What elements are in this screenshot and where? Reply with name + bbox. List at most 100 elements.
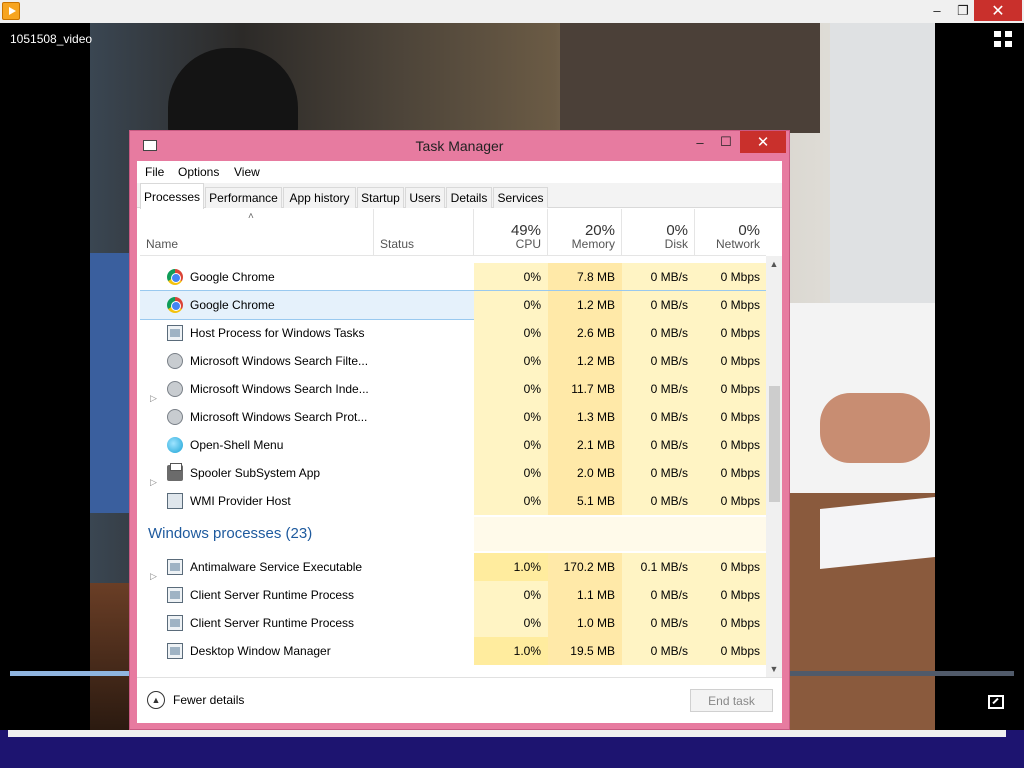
row-disk: 0 MB/s — [622, 403, 695, 431]
menu-view[interactable]: View — [234, 165, 260, 179]
row-name-cell: Google Chrome — [140, 291, 474, 319]
row-name-cell: Microsoft Windows Search Filte... — [140, 347, 474, 375]
table-row[interactable]: Google Chrome 0% 7.8 MB 0 MB/s 0 Mbps — [140, 263, 766, 291]
window-icon — [167, 325, 183, 341]
vertical-scrollbar[interactable]: ▲ ▼ — [766, 256, 782, 677]
scroll-up-icon[interactable]: ▲ — [766, 256, 782, 272]
row-memory: 2.1 MB — [548, 431, 622, 459]
end-task-button[interactable]: End task — [690, 689, 773, 712]
tab-services[interactable]: Services — [493, 187, 548, 208]
row-network: 0 Mbps — [695, 459, 766, 487]
tm-minimize-button[interactable]: – — [686, 131, 714, 153]
row-disk: 0 MB/s — [622, 581, 695, 609]
tab-details[interactable]: Details — [446, 187, 492, 208]
seek-progress — [10, 671, 131, 676]
exit-fullscreen-icon[interactable] — [994, 31, 1014, 49]
row-cpu: 1.0% — [474, 553, 548, 581]
process-rows: Google Chrome 0% 7.8 MB 0 MB/s 0 Mbps Google … — [140, 256, 766, 677]
tab-bar: Processes Performance App history Startu… — [137, 183, 782, 209]
row-memory: 7.8 MB — [548, 263, 622, 291]
column-status[interactable]: Status — [374, 209, 474, 256]
process-name: Google Chrome — [190, 270, 275, 284]
table-row[interactable]: Host Process for Windows Tasks 0% 2.6 MB 0 … — [140, 319, 766, 347]
table-row[interactable]: ▷ Spooler SubSystem App 0% 2.0 MB 0 MB/s 0 Mb… — [140, 459, 766, 487]
row-network: 0 Mbps — [695, 319, 766, 347]
menu-file[interactable]: File — [145, 165, 164, 179]
row-cpu: 0% — [474, 431, 548, 459]
row-disk: 0 MB/s — [622, 609, 695, 637]
window-icon — [167, 559, 183, 575]
row-network: 0 Mbps — [695, 403, 766, 431]
row-cpu: 0% — [474, 403, 548, 431]
tm-close-button[interactable]: ✕ — [740, 131, 786, 153]
player-app-icon — [2, 2, 20, 20]
column-memory[interactable]: 20% Memory — [548, 209, 622, 256]
table-row[interactable]: Desktop Window Manager 1.0% 19.5 MB 0 MB/s 0… — [140, 637, 766, 665]
process-name: Microsoft Windows Search Inde... — [190, 382, 369, 396]
row-cpu: 0% — [474, 581, 548, 609]
row-cpu: 1.0% — [474, 637, 548, 665]
row-name-cell: Microsoft Windows Search Prot... — [140, 403, 474, 431]
chevron-up-icon[interactable]: ▲ — [147, 691, 165, 709]
row-name-cell: ▷ Antimalware Service Executable — [140, 553, 474, 581]
row-network: 0 Mbps — [695, 609, 766, 637]
row-memory: 19.5 MB — [548, 637, 622, 665]
row-network: 0 Mbps — [695, 347, 766, 375]
tm-maximize-button[interactable]: ☐ — [712, 131, 740, 153]
process-name: Spooler SubSystem App — [190, 466, 321, 480]
process-name: Antimalware Service Executable — [190, 560, 363, 574]
row-network: 0 Mbps — [695, 263, 766, 291]
tab-performance[interactable]: Performance — [205, 187, 282, 208]
tab-startup[interactable]: Startup — [357, 187, 404, 208]
tab-app-history[interactable]: App history — [283, 187, 356, 208]
table-row[interactable]: Open-Shell Menu 0% 2.1 MB 0 MB/s 0 Mbps — [140, 431, 766, 459]
column-name[interactable]: ˄ Name — [140, 209, 374, 256]
row-name-cell: Client Server Runtime Process — [140, 609, 474, 637]
process-name: Google Chrome — [190, 298, 275, 312]
column-disk[interactable]: 0% Disk — [622, 209, 695, 256]
player-close-button[interactable]: ✕ — [974, 0, 1022, 21]
window-icon — [167, 615, 183, 631]
menu-options[interactable]: Options — [178, 165, 219, 179]
column-network[interactable]: 0% Network — [695, 209, 766, 256]
task-manager-window: Task Manager – ☐ ✕ File Options View Pro… — [129, 130, 790, 730]
process-name: Host Process for Windows Tasks — [190, 326, 365, 340]
row-memory: 2.0 MB — [548, 459, 622, 487]
column-header: ˄ Name Status 49% CPU 20% Memory 0% Disk — [140, 209, 766, 256]
table-row[interactable]: Google Chrome 0% 1.2 MB 0 MB/s 0 Mbps — [140, 290, 766, 320]
task-manager-titlebar[interactable]: Task Manager – ☐ ✕ — [130, 131, 789, 161]
group-label: Windows processes (23) — [148, 525, 313, 542]
mini-player-icon[interactable] — [988, 695, 1004, 709]
row-disk: 0 MB/s — [622, 319, 695, 347]
process-name: Client Server Runtime Process — [190, 616, 355, 630]
process-name: Client Server Runtime Process — [190, 588, 355, 602]
table-row[interactable]: Microsoft Windows Search Prot... 0% 1.3 MB… — [140, 403, 766, 431]
table-row[interactable]: WMI Provider Host 0% 5.1 MB 0 MB/s 0 Mbps — [140, 487, 766, 515]
row-name-cell: ▷ Microsoft Windows Search Inde... — [140, 375, 474, 403]
user-icon — [167, 409, 183, 425]
table-row[interactable]: ▷ Microsoft Windows Search Inde... 0% 11.7 … — [140, 375, 766, 403]
tab-users[interactable]: Users — [405, 187, 445, 208]
table-row[interactable]: Client Server Runtime Process 0% 1.1 MB 0 M… — [140, 581, 766, 609]
row-disk: 0 MB/s — [622, 459, 695, 487]
row-name-cell: Client Server Runtime Process — [140, 581, 474, 609]
group-header-windows-processes[interactable]: Windows processes (23) — [140, 517, 766, 551]
fewer-details-link[interactable]: Fewer details — [173, 693, 244, 707]
row-name-cell: WMI Provider Host — [140, 487, 474, 515]
row-network: 0 Mbps — [695, 375, 766, 403]
table-row[interactable]: Client Server Runtime Process 0% 1.0 MB 0 M… — [140, 609, 766, 637]
row-cpu: 0% — [474, 291, 548, 319]
video-title: 1051508_video — [10, 32, 93, 46]
row-memory: 1.1 MB — [548, 581, 622, 609]
table-row[interactable]: ▷ Antimalware Service Executable 1.0% 170.2… — [140, 553, 766, 581]
printer-icon — [167, 463, 183, 481]
scroll-down-icon[interactable]: ▼ — [766, 661, 782, 677]
process-name: Desktop Window Manager — [190, 644, 331, 658]
row-cpu: 0% — [474, 609, 548, 637]
table-row[interactable]: Microsoft Windows Search Filte... 0% 1.2 M… — [140, 347, 766, 375]
wmi-icon — [167, 493, 183, 509]
row-name-cell: Desktop Window Manager — [140, 637, 474, 665]
tab-processes[interactable]: Processes — [140, 183, 204, 209]
scroll-thumb[interactable] — [769, 386, 780, 502]
column-cpu[interactable]: 49% CPU — [474, 209, 548, 256]
